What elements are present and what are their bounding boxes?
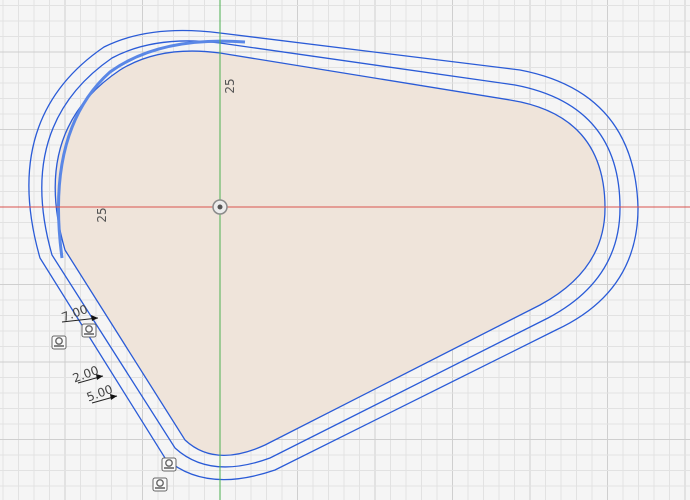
tangent-constraint-icon[interactable] (51, 335, 67, 350)
dimension-left-radius[interactable]: 25 (95, 207, 109, 222)
tangent-constraint-icon[interactable] (161, 457, 177, 472)
origin-inner-dot (217, 204, 223, 210)
sketch-canvas[interactable]: 25 25 7.00 2.00 5.00 (0, 0, 690, 500)
origin-point[interactable] (212, 199, 228, 215)
tangent-constraint-icon[interactable] (81, 323, 97, 338)
dimension-top-radius[interactable]: 25 (223, 78, 237, 93)
tangent-constraint-icon[interactable] (152, 477, 168, 492)
